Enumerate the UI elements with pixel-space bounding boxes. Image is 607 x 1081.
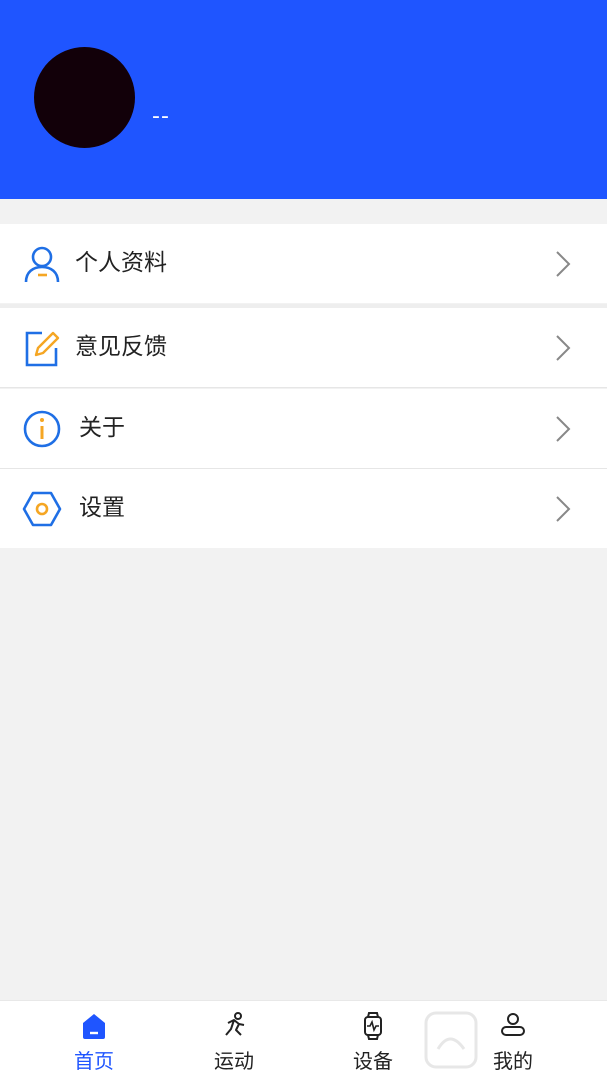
edit-note-icon xyxy=(25,331,60,367)
menu-label-about: 关于 xyxy=(79,415,125,441)
menu-item-settings[interactable]: 设置 xyxy=(0,469,607,548)
menu-item-profile[interactable]: 个人资料 xyxy=(0,224,607,303)
tab-home[interactable]: 首页 xyxy=(24,1001,164,1081)
home-icon xyxy=(83,1014,105,1039)
tab-label-sport: 运动 xyxy=(214,1049,254,1073)
running-icon xyxy=(225,1012,245,1036)
nickname-text: -- xyxy=(152,104,170,129)
menu-label-profile: 个人资料 xyxy=(75,250,167,276)
profile-header: -- xyxy=(0,0,607,199)
tab-sport[interactable]: 运动 xyxy=(164,1001,304,1081)
watch-icon xyxy=(364,1012,382,1040)
menu-label-settings: 设置 xyxy=(79,495,125,521)
menu-label-feedback: 意见反馈 xyxy=(75,334,167,360)
chevron-right-icon xyxy=(556,335,571,361)
user-icon xyxy=(24,246,60,283)
info-icon xyxy=(23,410,61,448)
divider xyxy=(0,387,607,388)
menu-item-feedback[interactable]: 意见反馈 xyxy=(0,308,607,387)
chevron-right-icon xyxy=(556,251,571,277)
avatar[interactable] xyxy=(34,47,135,148)
chevron-right-icon xyxy=(556,496,571,522)
bottom-tab-bar: 首页 运动 设备 我的 xyxy=(0,1000,607,1081)
menu-item-about[interactable]: 关于 xyxy=(0,389,607,468)
chevron-right-icon xyxy=(556,416,571,442)
tab-label-home: 首页 xyxy=(74,1049,114,1073)
watermark-logo xyxy=(424,1011,478,1069)
settings-hexagon-icon xyxy=(22,491,62,527)
